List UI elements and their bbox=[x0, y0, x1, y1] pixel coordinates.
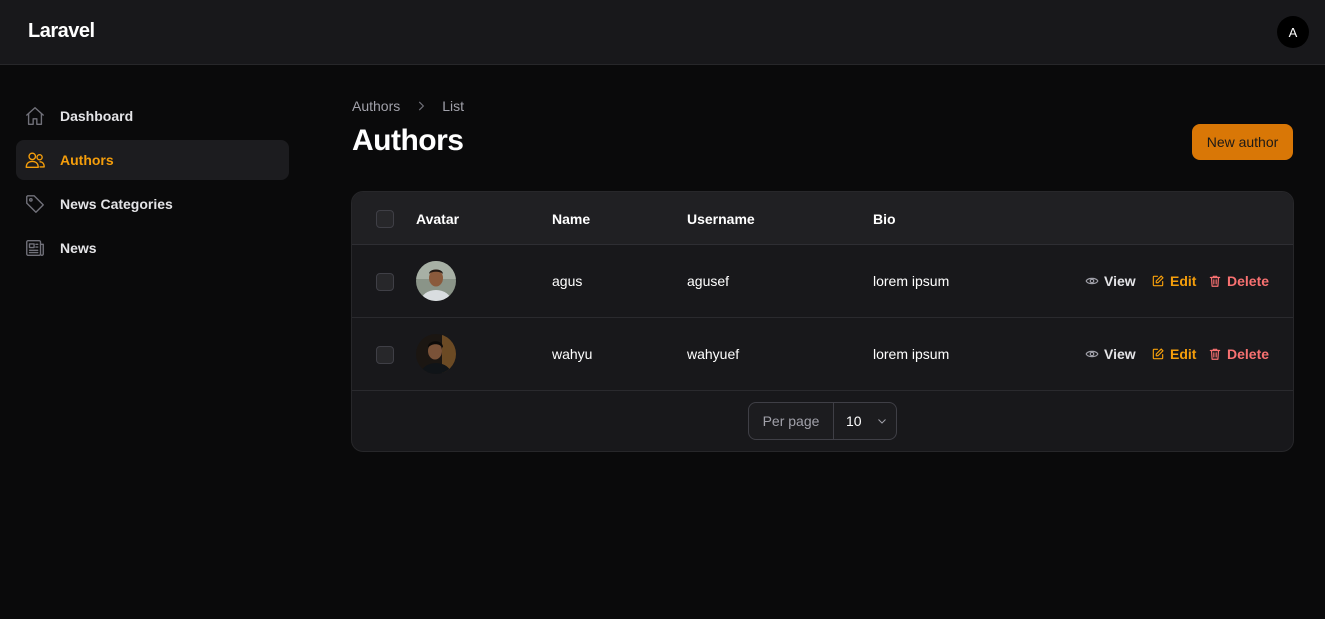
avatar bbox=[416, 261, 456, 301]
edit-label: Edit bbox=[1170, 346, 1197, 362]
chevron-down-icon bbox=[877, 419, 886, 424]
author-name: wahyu bbox=[552, 346, 593, 362]
top-bar: Laravel A bbox=[0, 0, 1325, 65]
row-checkbox[interactable] bbox=[376, 346, 394, 364]
edit-action[interactable]: Edit bbox=[1151, 273, 1196, 289]
per-page-value[interactable]: 10 bbox=[834, 413, 888, 429]
home-icon bbox=[24, 105, 46, 127]
per-page-number: 10 bbox=[846, 413, 862, 429]
select-all-checkbox[interactable] bbox=[376, 210, 394, 228]
table-header: Avatar Name Username Bio bbox=[352, 192, 1293, 245]
author-username: wahyuef bbox=[687, 346, 740, 362]
delete-label: Delete bbox=[1227, 273, 1270, 289]
edit-action[interactable]: Edit bbox=[1151, 346, 1196, 362]
view-action[interactable]: View bbox=[1085, 273, 1136, 289]
brand-logo[interactable]: Laravel bbox=[28, 20, 95, 43]
author-bio: lorem ipsum bbox=[873, 346, 950, 362]
newspaper-icon bbox=[24, 237, 46, 259]
sidebar-item-news[interactable]: News bbox=[16, 228, 289, 268]
column-header-avatar[interactable]: Avatar bbox=[416, 211, 459, 227]
view-label: View bbox=[1104, 346, 1136, 362]
sidebar-item-label: Authors bbox=[60, 152, 114, 168]
authors-table: Avatar Name Username Bio agus agusef lor… bbox=[351, 191, 1294, 452]
table-row[interactable]: agus agusef lorem ipsum View Edit Delete bbox=[352, 245, 1293, 318]
table-row[interactable]: wahyu wahyuef lorem ipsum View Edit Dele… bbox=[352, 318, 1293, 391]
author-username: agusef bbox=[687, 273, 730, 289]
author-bio: lorem ipsum bbox=[873, 273, 950, 289]
trash-icon bbox=[1209, 348, 1221, 360]
delete-action[interactable]: Delete bbox=[1208, 273, 1269, 289]
sidebar-item-dashboard[interactable]: Dashboard bbox=[16, 96, 289, 136]
column-header-username[interactable]: Username bbox=[687, 211, 755, 227]
trash-icon bbox=[1209, 275, 1221, 287]
column-header-name[interactable]: Name bbox=[552, 211, 590, 227]
users-icon bbox=[24, 149, 46, 171]
view-action[interactable]: View bbox=[1085, 346, 1136, 362]
per-page-select[interactable]: Per page 10 bbox=[748, 402, 897, 440]
edit-icon bbox=[1152, 348, 1164, 360]
author-name: agus bbox=[552, 273, 583, 289]
eye-icon bbox=[1085, 350, 1099, 358]
per-page-label: Per page bbox=[749, 403, 834, 439]
page-title: Authors bbox=[352, 124, 464, 157]
breadcrumb-item-authors[interactable]: Authors bbox=[352, 98, 400, 114]
edit-label: Edit bbox=[1170, 273, 1197, 289]
new-author-button[interactable]: New author bbox=[1192, 124, 1293, 160]
view-label: View bbox=[1104, 273, 1136, 289]
column-header-bio[interactable]: Bio bbox=[873, 211, 896, 227]
breadcrumb-item-list: List bbox=[442, 98, 465, 114]
row-checkbox[interactable] bbox=[376, 273, 394, 291]
sidebar: Dashboard Authors News Categories News bbox=[16, 96, 289, 272]
user-avatar-button[interactable]: A bbox=[1277, 16, 1309, 48]
delete-label: Delete bbox=[1227, 346, 1270, 362]
avatar bbox=[416, 334, 456, 374]
chevron-right-icon bbox=[414, 99, 428, 113]
breadcrumb: Authors List bbox=[352, 98, 464, 114]
sidebar-item-label: News bbox=[60, 240, 97, 256]
edit-icon bbox=[1152, 275, 1164, 287]
sidebar-item-label: News Categories bbox=[60, 196, 173, 212]
delete-action[interactable]: Delete bbox=[1208, 346, 1269, 362]
sidebar-item-authors[interactable]: Authors bbox=[16, 140, 289, 180]
sidebar-item-label: Dashboard bbox=[60, 108, 134, 124]
sidebar-item-news-categories[interactable]: News Categories bbox=[16, 184, 289, 224]
eye-icon bbox=[1085, 277, 1099, 285]
tag-icon bbox=[24, 193, 46, 215]
